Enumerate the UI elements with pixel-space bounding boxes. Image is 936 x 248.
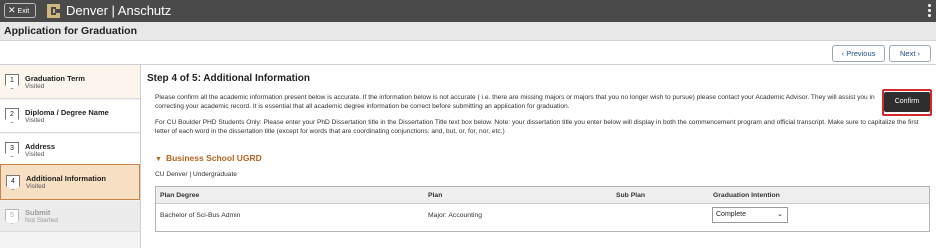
phd-instructions-text: For CU Boulder PHD Students Only: Please…: [155, 119, 919, 135]
step-status: Visited: [25, 151, 45, 158]
confirm-button[interactable]: Confirm: [884, 92, 930, 112]
previous-button[interactable]: ‹ Previous: [832, 45, 885, 62]
page-title: Application for Graduation: [4, 25, 137, 37]
step-graduation-term[interactable]: 1 Graduation Term Visited: [0, 66, 140, 99]
close-icon: ✕: [8, 5, 16, 15]
section-title: Business School UGRD: [165, 153, 262, 163]
step-label: Graduation Term: [25, 74, 85, 83]
step-status: Visited: [25, 83, 45, 90]
step-status: Not Started: [25, 217, 58, 224]
column-header-plan: Plan: [428, 192, 443, 199]
section-toggle[interactable]: ▼ Business School UGRD: [155, 153, 262, 163]
step-label: Additional Information: [26, 174, 106, 183]
step-number-badge: 4: [6, 175, 20, 190]
step-number-badge: 3: [5, 142, 19, 157]
step-label: Address: [25, 142, 56, 151]
cu-logo-icon: [47, 4, 60, 18]
chevron-down-icon: ▼: [155, 156, 162, 163]
more-options-icon[interactable]: [926, 3, 932, 19]
step-number-badge: 2: [5, 108, 19, 123]
next-label: Next: [899, 49, 916, 58]
next-button[interactable]: Next ›: [889, 45, 931, 62]
exit-button[interactable]: ✕ Exit: [4, 3, 36, 18]
chevron-right-icon: ›: [915, 49, 920, 58]
step-number-badge: 5: [5, 209, 19, 224]
previous-label: Previous: [846, 49, 876, 58]
cell-plan: Major: Accounting: [428, 212, 483, 219]
column-header-sub-plan: Sub Plan: [616, 192, 646, 199]
step-status: Visited: [26, 183, 46, 190]
brand-name: Denver | Anschutz: [66, 3, 172, 18]
steps-sidebar: 1 Graduation Term Visited 2 Diploma / De…: [0, 65, 141, 248]
column-header-plan-degree: Plan Degree: [160, 192, 200, 199]
page-header: Application for Graduation: [0, 22, 936, 41]
step-address[interactable]: 3 Address Visited: [0, 134, 140, 167]
top-bar: ✕ Exit Denver | Anschutz: [0, 0, 936, 22]
plan-table: Plan Degree Plan Sub Plan Graduation Int…: [155, 186, 930, 232]
step-additional-information[interactable]: 4 Additional Information Visited: [0, 164, 140, 200]
chevron-down-icon: ⌄: [777, 211, 783, 218]
step-submit: 5 Submit Not Started: [0, 201, 140, 232]
step-label: Submit: [25, 208, 51, 217]
graduation-intention-select[interactable]: Complete ⌄: [712, 207, 788, 223]
table-header: Plan Degree Plan Sub Plan Graduation Int…: [156, 187, 929, 204]
campus-career-label: CU Denver | Undergraduate: [155, 171, 237, 178]
step-diploma-degree-name[interactable]: 2 Diploma / Degree Name Visited: [0, 100, 140, 133]
step-label: Diploma / Degree Name: [25, 108, 109, 117]
exit-label: Exit: [17, 8, 30, 15]
step-status: Visited: [25, 117, 45, 124]
select-value: Complete: [716, 211, 746, 218]
cell-plan-degree: Bachelor of Sci-Bus Admin: [160, 212, 241, 219]
step-heading: Step 4 of 5: Additional Information: [147, 73, 310, 84]
instructions-text: Please confirm all the academic informat…: [155, 94, 875, 110]
step-number-badge: 1: [5, 74, 19, 89]
column-header-graduation-intention: Graduation Intention: [713, 192, 780, 199]
